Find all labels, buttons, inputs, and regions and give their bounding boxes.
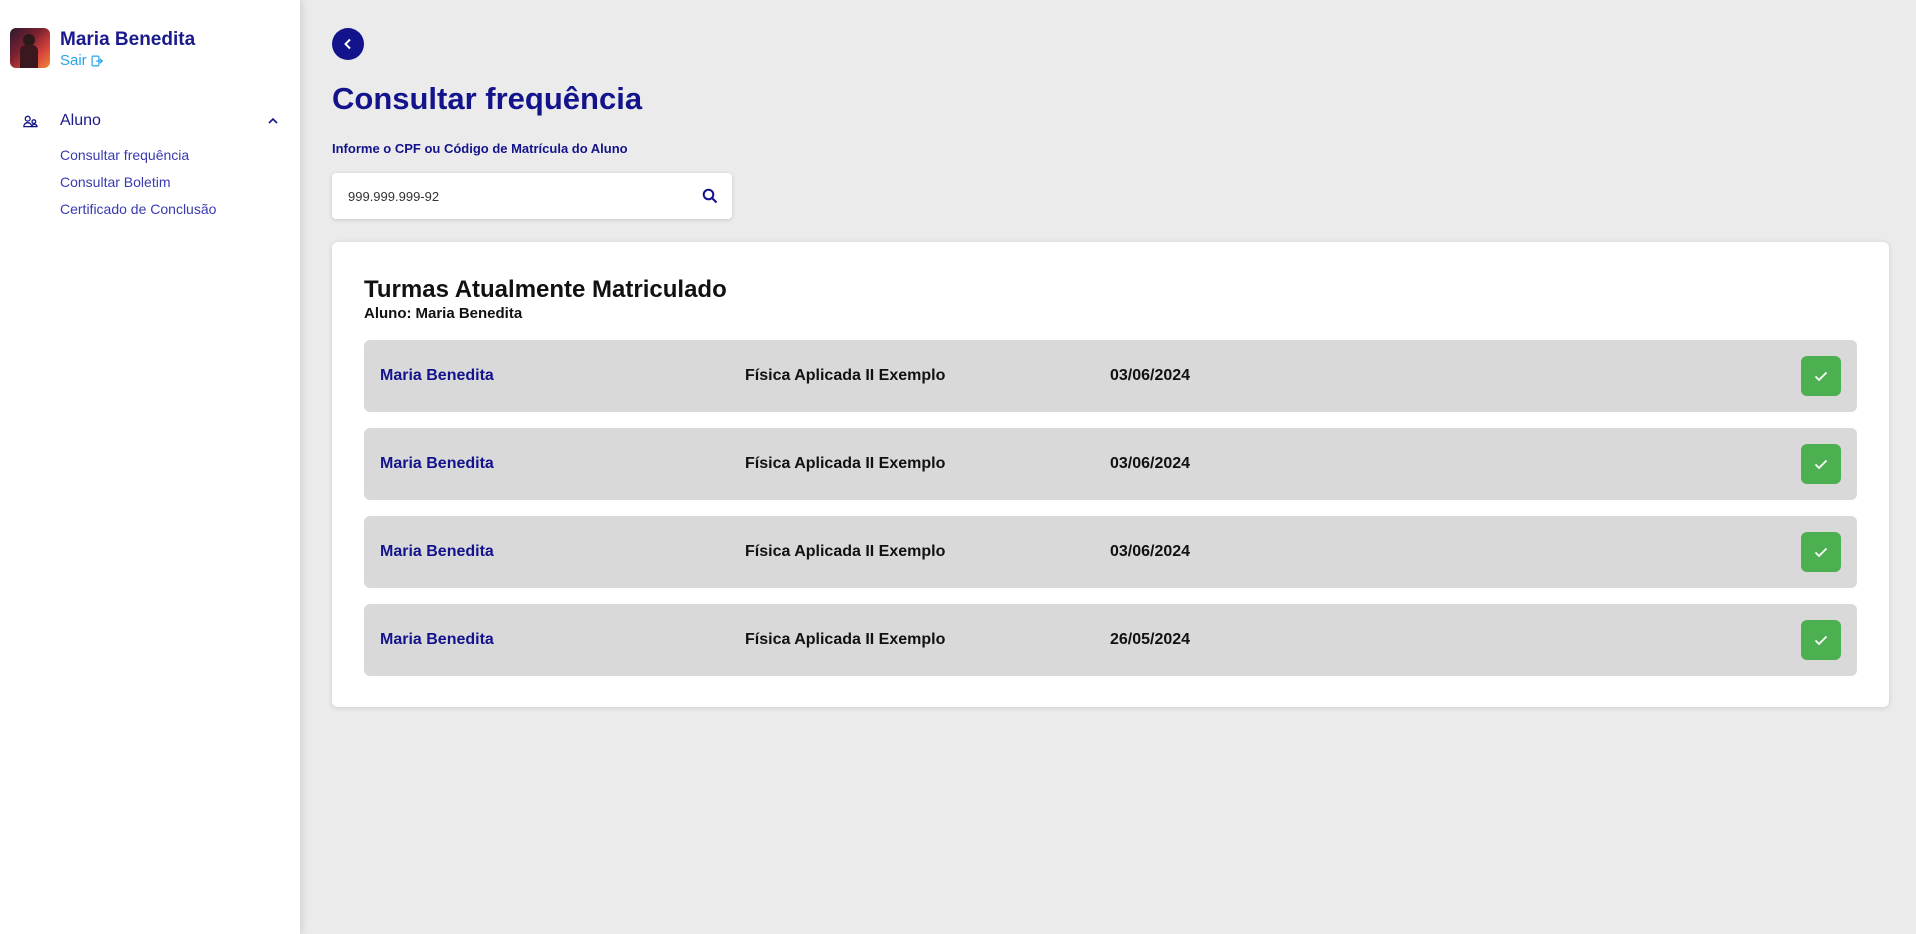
search-box	[332, 173, 732, 219]
user-name: Maria Benedita	[60, 29, 196, 50]
status-button[interactable]	[1801, 620, 1841, 660]
logout-icon	[91, 55, 103, 66]
status-button[interactable]	[1801, 532, 1841, 572]
search-icon	[702, 188, 718, 204]
search-button[interactable]	[688, 174, 732, 218]
row-date: 03/06/2024	[1110, 367, 1191, 384]
app-root: Maria Benedita Sair Aluno Consultar freq…	[0, 0, 1916, 934]
status-button[interactable]	[1801, 356, 1841, 396]
users-icon	[22, 113, 38, 129]
row-course: Física Aplicada II Exemplo	[745, 455, 946, 472]
search-label: Informe o CPF ou Código de Matrícula do …	[332, 141, 628, 156]
avatar	[10, 28, 50, 68]
row-course: Física Aplicada II Exemplo	[745, 367, 946, 384]
sidebar-group-aluno[interactable]: Aluno	[22, 110, 278, 132]
list-item[interactable]: Maria Benedita Física Aplicada II Exempl…	[364, 516, 1857, 588]
list-item[interactable]: Maria Benedita Física Aplicada II Exempl…	[364, 428, 1857, 500]
list-item[interactable]: Maria Benedita Física Aplicada II Exempl…	[364, 604, 1857, 676]
status-button[interactable]	[1801, 444, 1841, 484]
back-button[interactable]	[332, 28, 364, 60]
row-student-name: Maria Benedita	[380, 631, 494, 648]
logout-link[interactable]: Sair	[60, 52, 195, 69]
student-label: Aluno:	[364, 305, 412, 322]
check-icon	[1814, 459, 1828, 469]
sidebar: Maria Benedita Sair Aluno Consultar freq…	[0, 0, 300, 934]
sidebar-item-consultar-boletim[interactable]: Consultar Boletim	[60, 169, 278, 196]
row-student-name: Maria Benedita	[380, 455, 494, 472]
check-icon	[1814, 371, 1828, 381]
row-course: Física Aplicada II Exemplo	[745, 543, 946, 560]
card-subtitle: Aluno: Maria Benedita	[364, 305, 522, 322]
chevron-up-icon[interactable]	[268, 118, 278, 124]
row-date: 03/06/2024	[1110, 543, 1191, 560]
row-course: Física Aplicada II Exemplo	[745, 631, 946, 648]
profile-text: Maria Benedita Sair	[60, 28, 195, 69]
sidebar-item-consultar-frequencia[interactable]: Consultar frequência	[60, 142, 278, 169]
list-item[interactable]: Maria Benedita Física Aplicada II Exempl…	[364, 340, 1857, 412]
check-icon	[1814, 635, 1828, 645]
sidebar-group-label: Aluno	[60, 112, 101, 129]
card-title: Turmas Atualmente Matriculado	[364, 276, 727, 303]
enrollment-card: Turmas Atualmente Matriculado Aluno: Mari…	[332, 242, 1889, 707]
user-profile: Maria Benedita Sair	[10, 28, 195, 69]
sidebar-items: Consultar frequência Consultar Boletim C…	[22, 142, 278, 223]
row-date: 26/05/2024	[1110, 631, 1191, 648]
sidebar-nav: Aluno Consultar frequência Consultar Bol…	[22, 110, 278, 223]
search-input[interactable]	[332, 173, 688, 219]
row-date: 03/06/2024	[1110, 455, 1191, 472]
logout-label: Sair	[60, 52, 87, 69]
chevron-left-icon	[344, 38, 351, 50]
student-name: Maria Benedita	[415, 305, 523, 322]
page-title: Consultar frequência	[332, 81, 643, 116]
row-student-name: Maria Benedita	[380, 543, 494, 560]
main-content: Consultar frequência Informe o CPF ou Có…	[300, 0, 1916, 934]
row-student-name: Maria Benedita	[380, 367, 494, 384]
sidebar-item-certificado-conclusao[interactable]: Certificado de Conclusão	[60, 196, 278, 223]
enrollment-list: Maria Benedita Física Aplicada II Exempl…	[364, 340, 1857, 692]
check-icon	[1814, 547, 1828, 557]
